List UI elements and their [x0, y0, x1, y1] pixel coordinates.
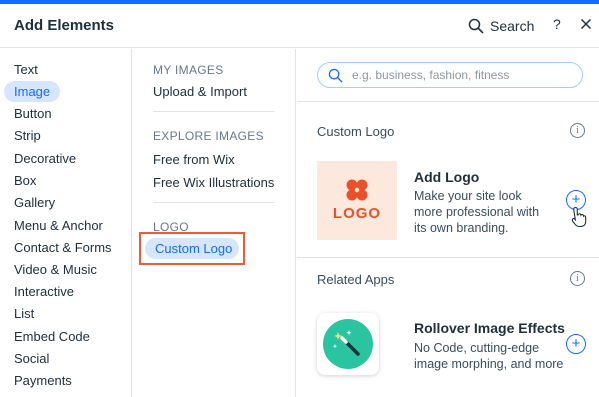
category-payments[interactable]: Payments — [14, 373, 72, 388]
category-box[interactable]: Box — [14, 173, 36, 188]
category-social[interactable]: Social — [14, 351, 49, 366]
image-search-box[interactable] — [317, 62, 583, 88]
upload-import-link[interactable]: Upload & Import — [153, 84, 247, 99]
search-icon — [328, 68, 343, 83]
category-menu-anchor[interactable]: Menu & Anchor — [14, 218, 103, 233]
add-logo-title: Add Logo — [414, 169, 480, 185]
magic-wand-icon — [332, 330, 360, 356]
add-logo-description: Make your site look more professional wi… — [414, 189, 540, 235]
category-decorative[interactable]: Decorative — [14, 151, 76, 166]
category-interactive[interactable]: Interactive — [14, 284, 74, 299]
info-icon[interactable]: i — [570, 123, 585, 138]
logo-thumbnail[interactable]: LOGO — [317, 161, 397, 240]
free-wix-illustrations-link[interactable]: Free Wix Illustrations — [153, 175, 274, 190]
category-text[interactable]: Text — [14, 62, 38, 77]
rollover-description: No Code, cutting-edge image morphing, an… — [414, 341, 564, 371]
panel-title: Add Elements — [14, 17, 115, 34]
rollover-plus-button[interactable]: + — [566, 334, 586, 354]
explore-images-heading: EXPLORE IMAGES — [153, 129, 264, 143]
custom-logo-section-heading: Custom Logo — [317, 124, 395, 139]
category-image[interactable]: Image — [4, 81, 61, 102]
category-gallery[interactable]: Gallery — [14, 195, 55, 210]
info-icon[interactable]: i — [570, 271, 585, 286]
category-video-music[interactable]: Video & Music — [14, 262, 97, 277]
image-search-input[interactable] — [352, 66, 574, 84]
custom-logo-link[interactable]: Custom Logo — [145, 238, 239, 259]
category-list[interactable]: List — [14, 306, 34, 321]
subnav-divider — [153, 202, 275, 203]
free-from-wix-link[interactable]: Free from Wix — [153, 152, 235, 167]
panel-header: Add Elements Search ? — [0, 4, 599, 48]
clover-logo-icon — [346, 179, 368, 201]
help-button[interactable]: ? — [553, 16, 561, 32]
header-search-button[interactable]: Search — [468, 15, 534, 37]
related-apps-heading: Related Apps — [317, 272, 395, 287]
hand-pointer-cursor — [571, 206, 587, 228]
category-strip[interactable]: Strip — [14, 128, 41, 143]
section-divider — [297, 257, 599, 258]
category-embed-code[interactable]: Embed Code — [14, 329, 90, 344]
rollover-app-thumbnail[interactable] — [317, 313, 379, 375]
subnav-divider — [153, 111, 275, 112]
image-subnav: MY IMAGES Upload & Import EXPLORE IMAGES… — [133, 49, 296, 397]
section-divider — [297, 101, 599, 102]
category-button[interactable]: Button — [14, 106, 52, 121]
content-panel: Custom Logo i LOGO Add Logo Make your si… — [297, 49, 599, 397]
highlight-box: Custom Logo — [139, 232, 245, 265]
search-label: Search — [490, 18, 535, 34]
category-contact-forms[interactable]: Contact & Forms — [14, 240, 112, 255]
rollover-title: Rollover Image Effects — [414, 320, 565, 336]
category-sidebar: Text Image Button Strip Decorative Box G… — [0, 49, 132, 397]
my-images-heading: MY IMAGES — [153, 63, 224, 77]
search-icon — [468, 18, 484, 34]
logo-thumb-text: LOGO — [332, 205, 382, 222]
close-icon[interactable] — [580, 18, 592, 30]
